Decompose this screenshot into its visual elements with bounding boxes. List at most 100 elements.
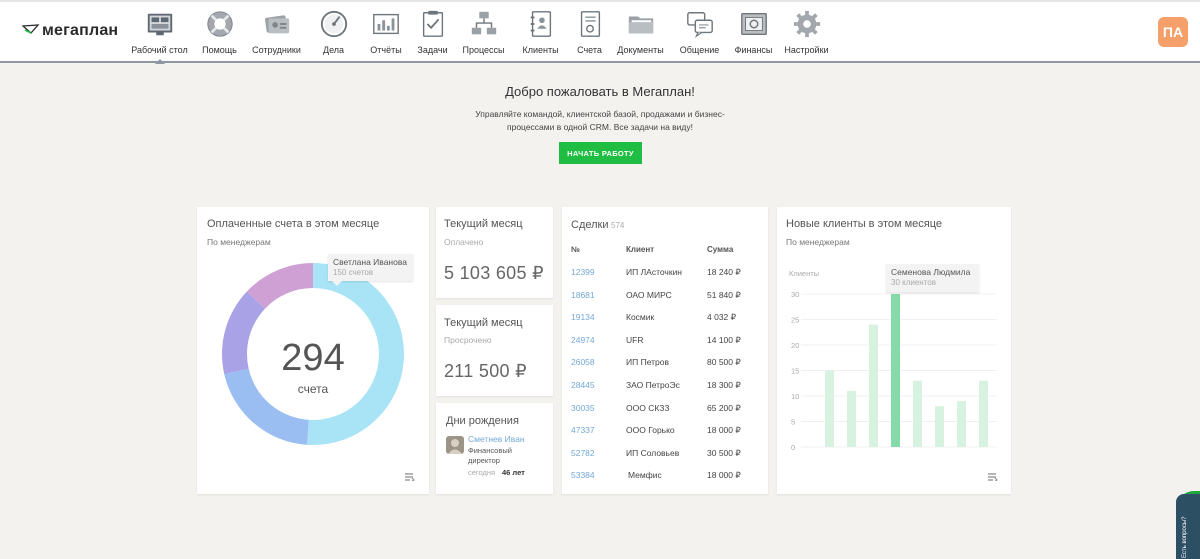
deal-id-link[interactable]: 24974: [571, 335, 595, 345]
bar-3[interactable]: [891, 294, 900, 447]
y-tick-label-0: 0: [791, 443, 795, 452]
employee-photo[interactable]: [446, 436, 464, 454]
deal-id-link[interactable]: 18681: [571, 290, 595, 300]
birthdays-card: Дни рождения Сметнев Иван Финансовый дир…: [436, 403, 553, 494]
help-tab-text[interactable]: Есть вопросы?: [1182, 498, 1188, 558]
employee-name[interactable]: Сметнев Иван: [468, 434, 525, 444]
lifebuoy-icon: [204, 8, 236, 40]
deal-client: Мемфис: [628, 470, 662, 481]
deal-id-link[interactable]: 12399: [571, 267, 595, 277]
donut-slice-1[interactable]: [224, 368, 309, 445]
card-label: Просрочено: [444, 335, 492, 345]
card-title: Дни рождения: [446, 415, 519, 427]
bar-5[interactable]: [935, 406, 944, 447]
deal-sum: 4 032 ₽: [707, 312, 737, 323]
nav-label: Рабочий стол: [131, 45, 188, 55]
col-header-sum: Сумма: [707, 245, 734, 254]
report-chart-icon: [370, 8, 402, 40]
compass-icon: [318, 8, 350, 40]
flowchart-icon: [468, 8, 500, 40]
donut-slice-2[interactable]: [222, 291, 266, 375]
card-subtitle: По менеджерам: [207, 237, 271, 247]
bar-7[interactable]: [979, 380, 988, 447]
help-tab[interactable]: [1176, 494, 1200, 559]
deal-client: ИП Соловьев: [626, 447, 680, 458]
deal-sum: 18 240 ₽: [707, 267, 741, 277]
deal-sum: 18 300 ₽: [707, 380, 741, 390]
deal-id-link[interactable]: 26058: [571, 357, 595, 367]
nav-label: Настройки: [784, 45, 829, 55]
employee-position-1: Финансовый: [468, 446, 512, 455]
avatar[interactable]: ПА: [1158, 17, 1188, 47]
nav-item-1[interactable]: Помощь: [191, 8, 248, 62]
card-menu-icon[interactable]: [405, 473, 415, 481]
deal-sum: 18 000 ₽: [707, 470, 741, 481]
card-title: Сделки: [571, 219, 609, 231]
nav-item-7[interactable]: Клиенты: [512, 8, 569, 62]
paid-amount: 5 103 605 ₽: [444, 263, 544, 283]
logo-text: мегаплан: [42, 22, 119, 39]
deal-id-link[interactable]: 19134: [571, 312, 595, 322]
nav-item-3[interactable]: Дела: [305, 8, 362, 62]
y-tick-label-4: 20: [791, 341, 799, 350]
nav-item-8[interactable]: Счета: [569, 8, 610, 62]
bar-chart: Клиенты 0 5 10 15 20 25 30: [789, 269, 997, 452]
nav-item-4[interactable]: Отчёты: [362, 8, 410, 62]
bar-2[interactable]: [869, 324, 878, 447]
deal-sum: 14 100 ₽: [707, 334, 741, 345]
bar-0[interactable]: [825, 370, 834, 448]
top-bar: мегаплан Рабочий стол Помощь Сотрудники Дел…: [0, 0, 1200, 64]
deal-id-link[interactable]: 28445: [571, 380, 595, 390]
nav-item-2[interactable]: Сотрудники: [248, 8, 305, 62]
desktop-icon: [144, 8, 176, 40]
employee-age: 46 лет: [502, 468, 525, 477]
deal-sum: 18 000 ₽: [707, 425, 741, 436]
deal-id-link[interactable]: 30035: [571, 403, 595, 413]
tooltip-name: Светлана Иванова: [333, 257, 408, 267]
overdue-this-month-card: Текущий месяц Просрочено 211 500 ₽: [436, 305, 553, 396]
nav-item-12[interactable]: Настройки: [779, 8, 834, 62]
deal-sum: 51 840 ₽: [707, 289, 741, 300]
nav-item-9[interactable]: Документы: [610, 8, 671, 62]
start-work-button[interactable]: НАЧАТЬ РАБОТУ: [559, 142, 642, 164]
bar-1[interactable]: [847, 390, 856, 447]
welcome-title: Добро пожаловать в Мегаплан!: [505, 84, 695, 99]
tooltip-value: 30 клиентов: [891, 278, 936, 287]
nav-item-11[interactable]: Финансы: [728, 8, 779, 62]
card-menu-icon[interactable]: [988, 473, 998, 481]
invoice-icon: [574, 8, 606, 40]
nav-label: Дела: [322, 45, 345, 55]
y-axis-title: Клиенты: [789, 269, 819, 278]
deal-client: ООО СКЗЗ: [626, 402, 670, 413]
bar-6[interactable]: [957, 401, 966, 447]
nav-item-5[interactable]: Задачи: [410, 8, 455, 62]
top-strip: [0, 0, 1200, 2]
nav-item-10[interactable]: Общение: [671, 8, 728, 62]
deal-id-link[interactable]: 53384: [571, 470, 595, 480]
deal-client: ООО Горько: [626, 425, 675, 436]
nav-label: Процессы: [462, 45, 505, 55]
card-title: Оплаченные счета в этом месяце: [207, 218, 380, 230]
bar-4[interactable]: [913, 380, 922, 447]
person-icon: [448, 439, 462, 454]
donut-total-label: счета: [297, 382, 329, 396]
y-tick-label-1: 5: [791, 418, 795, 427]
nav-label: Клиенты: [522, 45, 559, 55]
safe-icon: [738, 8, 770, 40]
deal-sum: 65 200 ₽: [707, 402, 741, 413]
nav-label: Общение: [679, 45, 720, 55]
deal-sum: 30 500 ₽: [707, 447, 741, 458]
employee-position-2: директор: [468, 456, 500, 465]
logo[interactable]: мегаплан: [22, 22, 118, 40]
deal-id-link[interactable]: 52782: [571, 448, 595, 458]
chat-icon: [684, 8, 716, 40]
deal-client: UFR: [626, 334, 644, 345]
paid-this-month-card: Текущий месяц Оплачено 5 103 605 ₽: [436, 207, 553, 298]
deals-count: 574: [611, 221, 625, 230]
nav-label: Финансы: [734, 45, 773, 55]
nav-label: Сотрудники: [252, 45, 301, 55]
nav-item-6[interactable]: Процессы: [455, 8, 512, 62]
deal-id-link[interactable]: 47337: [571, 425, 595, 435]
nav-item-0[interactable]: Рабочий стол: [128, 8, 191, 64]
y-tick-label-3: 15: [791, 367, 799, 376]
